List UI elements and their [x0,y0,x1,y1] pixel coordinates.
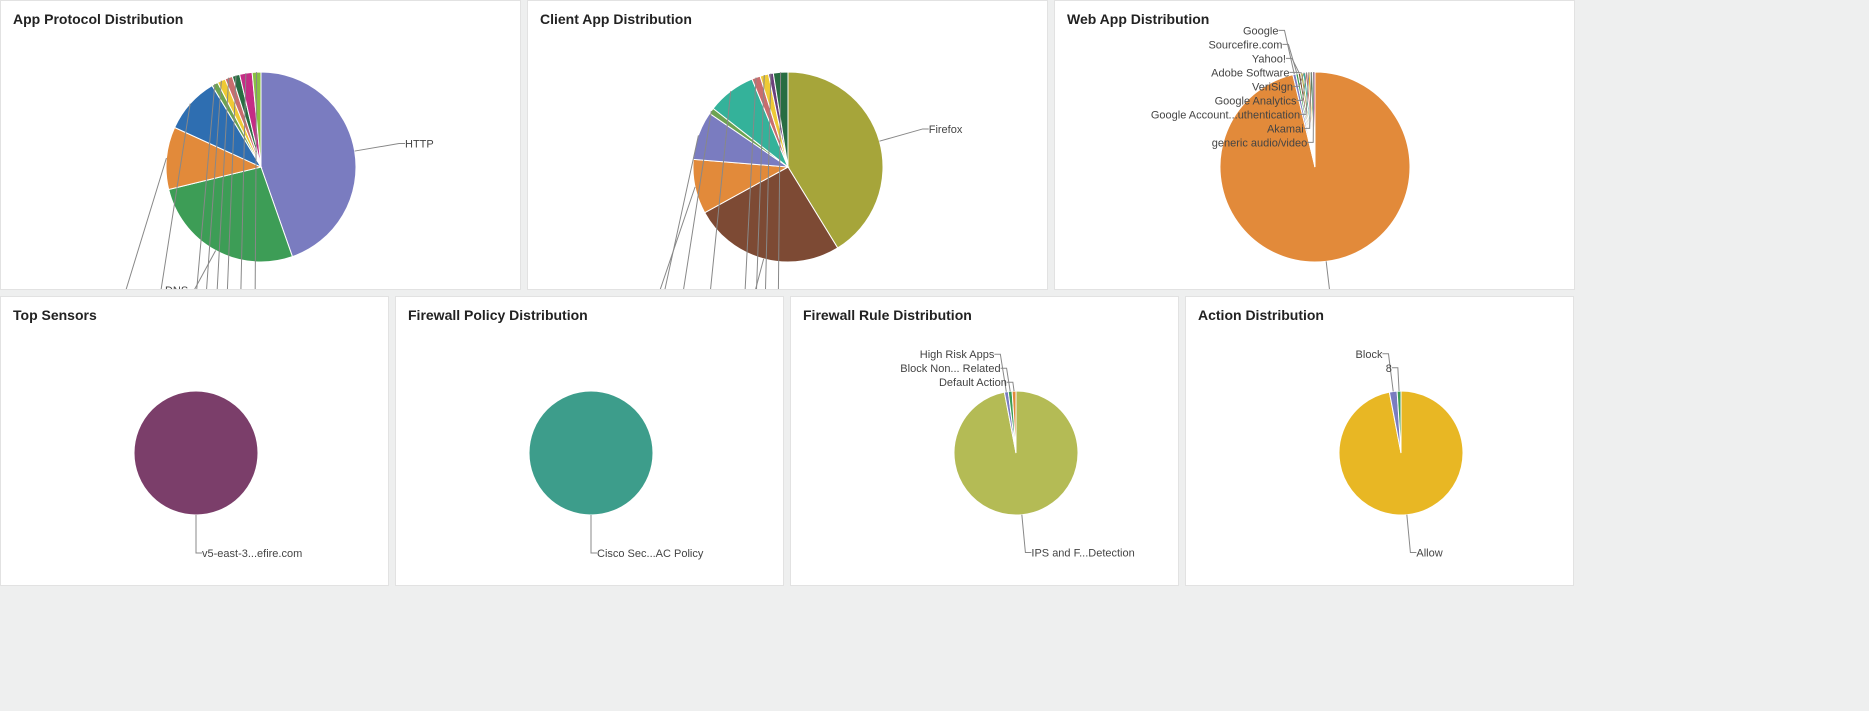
slice-label: Default Action [939,377,1007,389]
pie-slice[interactable] [529,391,653,515]
leader-line [746,259,764,289]
panel-title: App Protocol Distribution [1,1,520,27]
slice-label: Akamai [1267,123,1304,135]
leader-line [879,129,928,141]
slice-label: v5-east-3...efire.com [202,548,302,560]
dashboard: App Protocol Distribution HTTPDNSUnknown… [0,0,1869,586]
chart-fw-rule[interactable]: IPS and F...Detection High Risk Apps Block… [791,323,1178,583]
chart-app-protocol[interactable]: HTTPDNSUnknownLDAPNTPHTTPSNetBIOS-nsKerb… [1,27,520,287]
leader-line [1326,261,1337,289]
chart-client-app[interactable]: FirefoxDNS clientUnknownLDAP clientNTP c… [528,27,1047,287]
slice-label: Block [1356,349,1383,361]
panel-title: Top Sensors [1,297,388,323]
leader-line [650,135,698,289]
slice-label: generic audio/video [1212,137,1307,149]
panel-app-protocol: App Protocol Distribution HTTPDNSUnknown… [0,0,521,290]
chart-fw-policy[interactable]: Cisco Sec...AC Policy [396,323,783,583]
chart-web-app[interactable]: UnknownGoogleSourcefire.comYahoo!Adobe S… [1055,27,1574,287]
slice-label: Yahoo! [1252,53,1286,65]
leader-line [1007,382,1014,391]
panel-fw-policy: Firewall Policy Distribution Cisco Sec..… [395,296,784,586]
slice-label: HTTP [405,139,434,151]
panel-web-app: Web App Distribution UnknownGoogleSource… [1054,0,1575,290]
pie-slice[interactable] [134,391,258,515]
panel-fw-rule: Firewall Rule Distribution IPS and F...D… [790,296,1179,586]
slice-label: DNS [165,285,188,289]
leader-line [116,158,167,289]
leader-line [1022,515,1032,553]
leader-line [1289,72,1301,73]
panel-title: Firewall Rule Distribution [791,297,1178,323]
slice-label: Adobe Software [1211,67,1289,79]
slice-label: 8 [1386,363,1392,375]
slice-label: Sourcefire.com [1208,39,1282,51]
leader-line [188,250,215,289]
slice-label: Cisco Sec...AC Policy [597,548,704,560]
slice-label: High Risk Apps [920,349,995,361]
panel-top-sensors: Top Sensors v5-east-3...efire.com [0,296,389,586]
chart-action[interactable]: Allow Block8 [1186,323,1573,583]
leader-line [645,187,695,289]
panel-action: Action Distribution Allow Block8 [1185,296,1574,586]
slice-label: Google Account...uthentication [1151,109,1300,121]
slice-label: Firefox [929,124,963,136]
slice-label: Google [1243,27,1278,37]
panel-title: Firewall Policy Distribution [396,297,783,323]
panel-title: Client App Distribution [528,1,1047,27]
panel-title: Action Distribution [1186,297,1573,323]
leader-line [1407,515,1417,553]
slice-label: Allow [1416,548,1442,560]
panel-title: Web App Distribution [1055,1,1574,27]
slice-label: Google Analytics [1215,95,1297,107]
slice-label: VeriSign [1252,81,1293,93]
slice-label: Block Non... Related [900,363,1000,375]
slice-label: IPS and F...Detection [1031,548,1134,560]
chart-top-sensors[interactable]: v5-east-3...efire.com [1,323,388,583]
leader-line [355,144,405,152]
panel-client-app: Client App Distribution FirefoxDNS clien… [527,0,1048,290]
